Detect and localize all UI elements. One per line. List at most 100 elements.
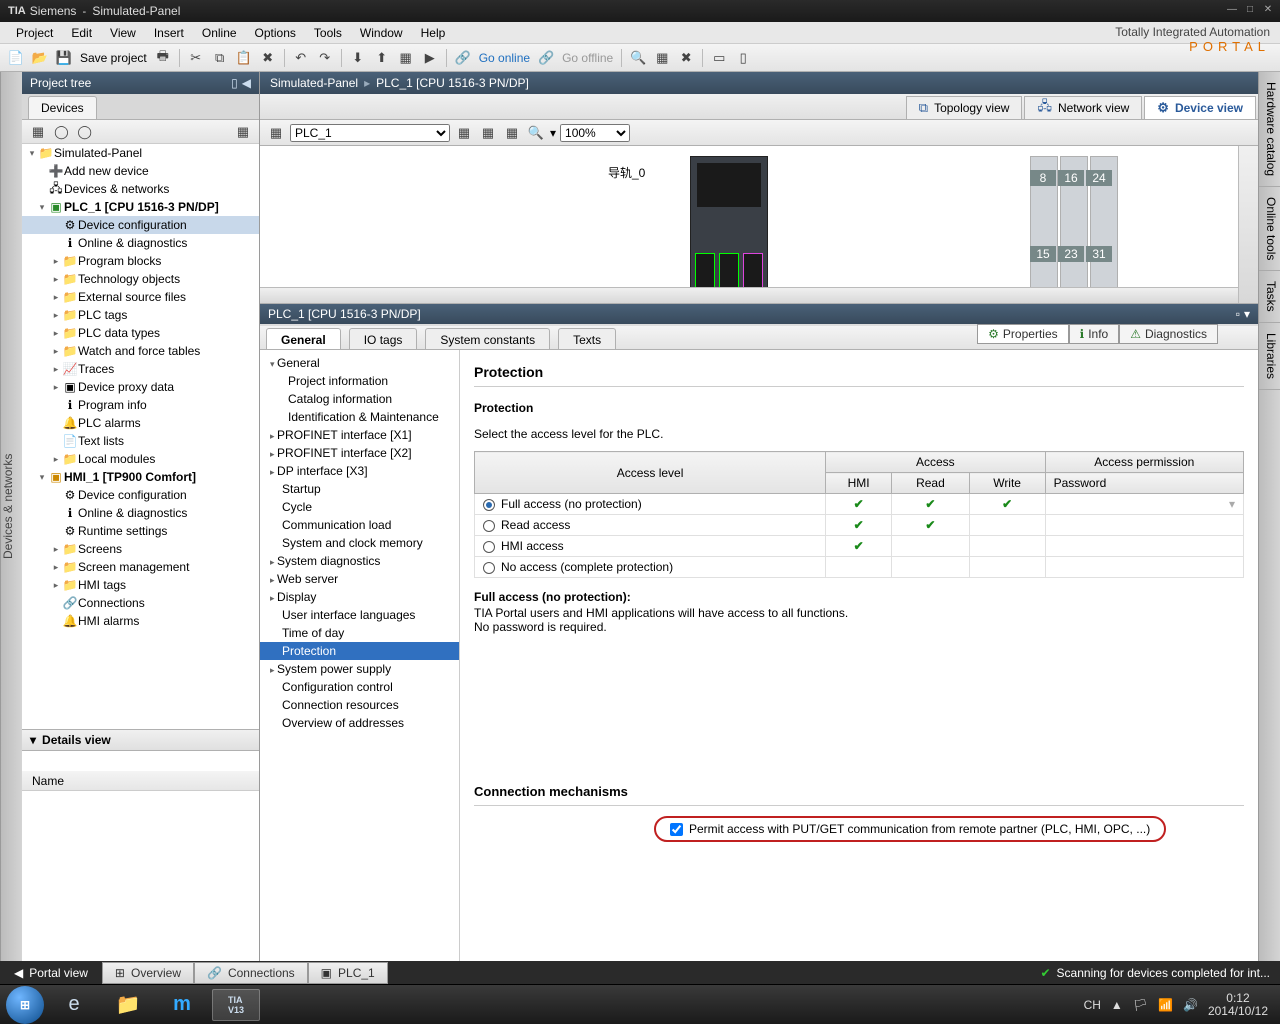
device-selector[interactable]: PLC_1 [290,124,450,142]
breadcrumb-item[interactable]: PLC_1 [CPU 1516-3 PN/DP] [376,76,529,90]
pin-icon[interactable]: ▯ [231,76,238,90]
tree-watch-tables[interactable]: ▸📁Watch and force tables [22,342,259,360]
download-icon[interactable]: ⬇ [348,48,368,68]
tab-system-constants[interactable]: System constants [425,328,550,349]
tab-io-tags[interactable]: IO tags [349,328,418,349]
left-vertical-rail[interactable]: Devices & networks [0,72,22,961]
close-button[interactable]: ✕ [1260,4,1276,18]
tree-hmi-tags[interactable]: ▸📁HMI tags [22,576,259,594]
taskbar-explorer-icon[interactable]: 📁 [104,989,152,1021]
radio-read-access[interactable] [483,520,495,532]
copy-icon[interactable]: ⧉ [210,48,230,68]
details-column-header[interactable]: Name [22,771,259,791]
nav-identification[interactable]: Identification & Maintenance [260,408,459,426]
menu-online[interactable]: Online [194,24,245,42]
project-tree[interactable]: ▾📁Simulated-Panel ➕Add new device 🖧Devic… [22,144,259,729]
tree-plc-data-types[interactable]: ▸📁PLC data types [22,324,259,342]
nav-time-of-day[interactable]: Time of day [260,624,459,642]
upload-icon[interactable]: ⬆ [372,48,392,68]
nav-project-info[interactable]: Project information [260,372,459,390]
cpu-module[interactable] [690,156,768,296]
horizontal-scrollbar[interactable] [260,287,1238,303]
minimize-button[interactable]: — [1224,4,1240,18]
tree-nav-fwd-icon[interactable]: ◯ [75,122,95,142]
undo-icon[interactable]: ↶ [291,48,311,68]
tree-hmi-device-config[interactable]: ⚙Device configuration [22,486,259,504]
menu-tools[interactable]: Tools [306,24,350,42]
menu-edit[interactable]: Edit [63,24,100,42]
grid-icon[interactable]: ▦ [478,123,498,143]
start-button[interactable]: ⊞ [6,986,44,1024]
tree-online-diagnostics[interactable]: ℹOnline & diagnostics [22,234,259,252]
taskbar-tia-icon[interactable]: TIAV13 [212,989,260,1021]
simulate-icon[interactable]: ▶ [420,48,440,68]
tree-device-configuration[interactable]: ⚙Device configuration [22,216,259,234]
access-row[interactable]: No access (complete protection) [475,557,1244,578]
nav-sys-power[interactable]: System power supply [260,660,459,678]
radio-full-access[interactable] [483,499,495,511]
flag-icon[interactable]: 🏳 [1133,998,1148,1012]
rail-libraries[interactable]: Libraries [1259,323,1280,390]
delete-icon[interactable]: ✖ [676,48,696,68]
new-project-icon[interactable]: 📄 [6,48,26,68]
open-project-icon[interactable]: 📂 [30,48,50,68]
tab-connections[interactable]: 🔗Connections [194,962,308,984]
nav-sys-diagnostics[interactable]: System diagnostics [260,552,459,570]
nav-clock-memory[interactable]: System and clock memory [260,534,459,552]
tree-hmi-node[interactable]: ▾▣HMI_1 [TP900 Comfort] [22,468,259,486]
nav-profinet-x1[interactable]: PROFINET interface [X1] [260,426,459,444]
rail-tasks[interactable]: Tasks [1259,271,1280,323]
tab-network-view[interactable]: 🖧Network view [1024,96,1142,119]
module-icon[interactable]: ▦ [454,123,474,143]
compile-icon[interactable]: ▦ [396,48,416,68]
tab-topology-view[interactable]: ⧉Topology view [906,96,1023,119]
go-offline-icon[interactable]: 🔗 [536,48,556,68]
layout-icon[interactable]: ▭ [709,48,729,68]
putget-checkbox[interactable] [670,823,683,836]
tab-general[interactable]: General [266,328,341,349]
breadcrumb-item[interactable]: Simulated-Panel [270,76,358,90]
layout-icon[interactable]: ▯ [733,48,753,68]
tree-traces[interactable]: ▸📈Traces [22,360,259,378]
portal-view-button[interactable]: ◀Portal view [0,961,102,984]
tree-config-icon[interactable]: ▦ [233,122,253,142]
tab-texts[interactable]: Texts [558,328,616,349]
tree-hmi-screens[interactable]: ▸📁Screens [22,540,259,558]
search-icon[interactable]: 🔍 [628,48,648,68]
tree-plc-tags[interactable]: ▸📁PLC tags [22,306,259,324]
taskbar-ie-icon[interactable]: e [50,989,98,1021]
expand-icon[interactable]: ▫ [1236,307,1240,321]
canvas-side-buttons[interactable] [1238,146,1258,303]
print-icon[interactable]: 🖶 [153,48,173,68]
save-label[interactable]: Save project [78,51,149,65]
nav-addresses[interactable]: Overview of addresses [260,714,459,732]
tab-properties[interactable]: ⚙Properties [977,324,1068,344]
menu-window[interactable]: Window [352,24,411,42]
tree-devices-networks[interactable]: 🖧Devices & networks [22,180,259,198]
zoom-selector[interactable]: 100% [560,124,630,142]
zoom-dropdown-icon[interactable]: ▾ [550,126,556,140]
access-row[interactable]: Read access✔✔ [475,515,1244,536]
rail-online-tools[interactable]: Online tools [1259,187,1280,271]
collapse-icon[interactable]: ◀ [242,76,251,90]
menu-project[interactable]: Project [8,24,61,42]
nav-general[interactable]: General [260,354,459,372]
device-canvas[interactable]: 导轨_0 8 16 24 15 23 31 [260,146,1258,304]
nav-web-server[interactable]: Web server [260,570,459,588]
details-view-header[interactable]: ▾Details view [22,729,259,751]
nav-protection[interactable]: Protection [260,642,459,660]
menu-options[interactable]: Options [247,24,304,42]
system-tray[interactable]: CH ▲ 🏳 📶 🔊 0:12 2014/10/12 [1084,992,1274,1018]
zoom-icon[interactable]: 🔍 [526,123,546,143]
save-icon[interactable]: 💾 [54,48,74,68]
tree-plc-alarms[interactable]: 🔔PLC alarms [22,414,259,432]
menu-insert[interactable]: Insert [146,24,192,42]
go-offline-label[interactable]: Go offline [560,51,615,65]
tab-devices[interactable]: Devices [28,96,97,119]
nav-dp-x3[interactable]: DP interface [X3] [260,462,459,480]
tree-hmi-connections[interactable]: 🔗Connections [22,594,259,612]
access-row[interactable]: HMI access✔ [475,536,1244,557]
taskbar-maxthon-icon[interactable]: m [158,989,206,1021]
device-icon[interactable]: ▦ [266,123,286,143]
menu-view[interactable]: View [102,24,144,42]
